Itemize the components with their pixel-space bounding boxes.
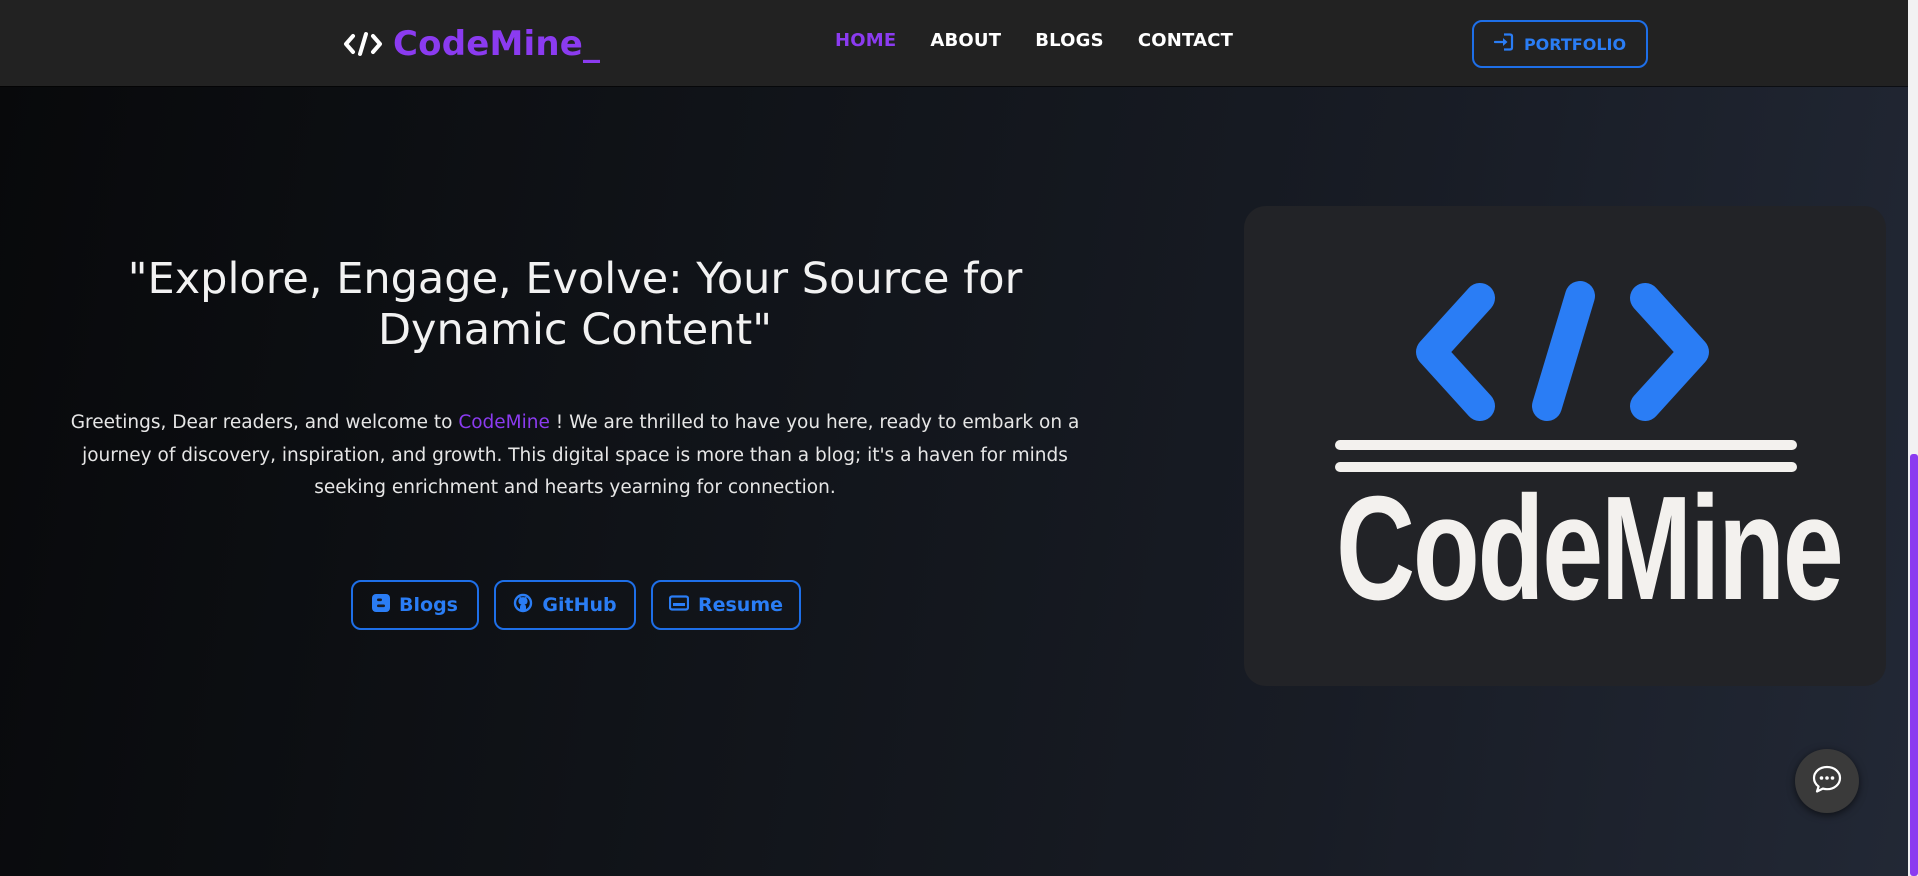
code-icon: [343, 29, 383, 59]
nav-link-contact[interactable]: CONTACT: [1138, 30, 1233, 51]
sign-in-icon: [1493, 33, 1514, 55]
resume-button-label: Resume: [697, 594, 784, 616]
hero-button-row: Blogs GitHub Resume: [351, 580, 801, 630]
blogger-icon: [372, 593, 391, 617]
intro-brand-highlight: CodeMine: [458, 412, 550, 433]
page-scrollbar-thumb[interactable]: [1910, 454, 1918, 876]
nav-link-home[interactable]: HOME: [835, 30, 896, 51]
github-button[interactable]: GitHub: [494, 580, 636, 630]
brand-logo-link[interactable]: CodeMine_: [343, 22, 600, 66]
hero-title-line2: Dynamic Content": [377, 305, 773, 355]
hero-title: "Explore, Engage, Evolve: Your Source fo…: [60, 254, 1090, 356]
nav-link-about[interactable]: ABOUT: [930, 30, 1001, 51]
brand-name: CodeMine_: [393, 24, 601, 64]
top-navbar: CodeMine_ HOME ABOUT BLOGS CONTACT PORTF…: [0, 0, 1908, 86]
chat-bubble-icon: [1811, 764, 1843, 798]
nav-link-blogs[interactable]: BLOGS: [1035, 30, 1104, 51]
portfolio-button-label: PORTFOLIO: [1523, 34, 1627, 54]
main-nav: HOME ABOUT BLOGS CONTACT: [835, 30, 1233, 51]
logo-card: CodeMine: [1244, 206, 1886, 686]
logo-wordmark: CodeMine: [1336, 466, 1844, 631]
blogs-button-label: Blogs: [399, 594, 458, 616]
id-card-icon: [668, 594, 690, 616]
hero-intro-text: Greetings, Dear readers, and welcome to …: [55, 407, 1095, 505]
blogs-button[interactable]: Blogs: [351, 580, 479, 630]
chat-button[interactable]: [1795, 749, 1859, 813]
github-icon: [513, 593, 533, 618]
resume-button[interactable]: Resume: [651, 580, 801, 630]
hero-section: "Explore, Engage, Evolve: Your Source fo…: [0, 86, 1908, 876]
intro-text-start: Greetings, Dear readers, and welcome to: [70, 412, 459, 433]
portfolio-button[interactable]: PORTFOLIO: [1472, 20, 1648, 68]
hero-title-line1: "Explore, Engage, Evolve: Your Source fo…: [127, 254, 1023, 304]
github-button-label: GitHub: [542, 594, 617, 616]
